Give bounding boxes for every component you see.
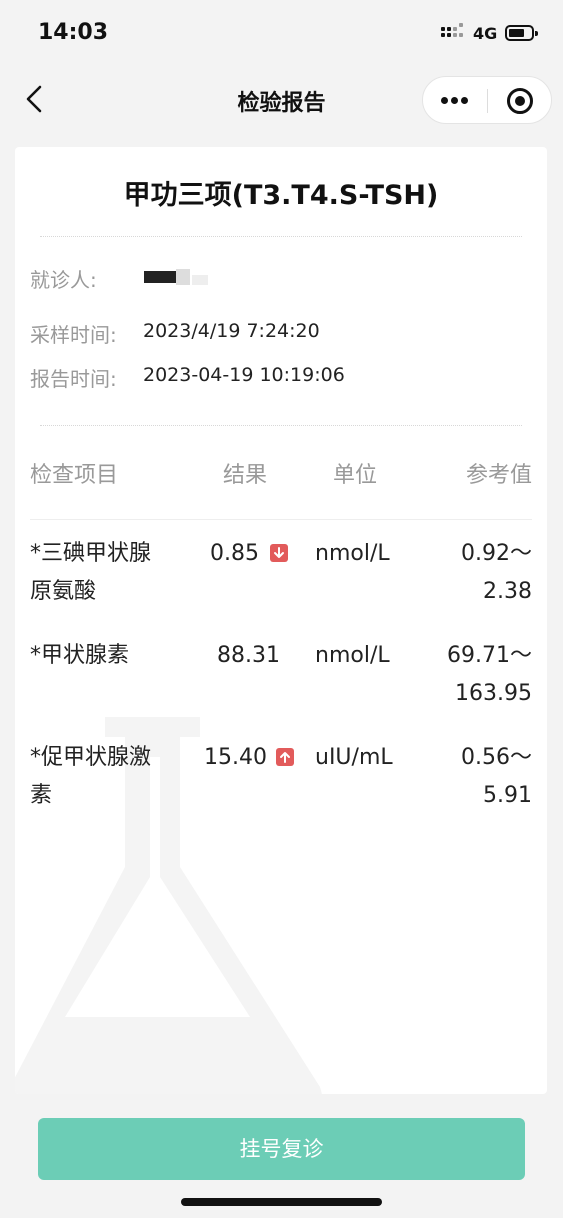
row-result: 88.31	[217, 643, 280, 668]
status-bar: 14:03 4G	[0, 0, 563, 68]
row-name: *三碘甲状腺 原氨酸	[30, 535, 190, 611]
table-divider	[30, 519, 532, 520]
row-ref-line2: 5.91	[483, 783, 532, 808]
arrow-down-icon	[270, 544, 288, 562]
row-ref-line2: 2.38	[483, 579, 532, 604]
row-name-line2: 素	[30, 783, 53, 808]
close-icon[interactable]	[507, 88, 533, 114]
row-ref-line1: 69.71～	[447, 643, 532, 668]
row-name-line1: *甲状腺素	[30, 643, 130, 668]
row-ref-line1: 0.92～	[461, 541, 532, 566]
report-card: 甲功三项(T3.T4.S-TSH) 就诊人: 采样时间: 2023/4/19 7…	[15, 147, 547, 1094]
battery-icon	[505, 25, 538, 41]
row-result: 0.85	[210, 541, 259, 566]
divider	[40, 236, 522, 237]
report-time-label: 报告时间:	[30, 367, 117, 391]
row-unit: uIU/mL	[315, 745, 393, 770]
row-ref-line1: 0.56～	[461, 745, 532, 770]
sample-time-label: 采样时间:	[30, 323, 117, 347]
row-reference: 0.92～ 2.38	[412, 535, 532, 611]
capsule-divider	[487, 89, 488, 113]
patient-label: 就诊人:	[30, 268, 97, 292]
capsule-menu	[422, 76, 552, 124]
row-name-line1: *三碘甲状腺	[30, 541, 152, 566]
row-unit: nmol/L	[315, 541, 390, 566]
home-indicator	[181, 1198, 382, 1206]
report-time-value: 2023-04-19 10:19:06	[143, 364, 345, 386]
header-item: 检查项目	[30, 463, 119, 488]
more-icon[interactable]	[441, 97, 471, 105]
status-time: 14:03	[38, 20, 109, 45]
sample-time-value: 2023/4/19 7:24:20	[143, 320, 320, 342]
row-unit: nmol/L	[315, 643, 390, 668]
row-reference: 69.71～ 163.95	[412, 637, 532, 713]
header-result: 结果	[223, 463, 268, 488]
row-name: *促甲状腺激 素	[30, 739, 190, 815]
report-title: 甲功三项(T3.T4.S-TSH)	[123, 180, 439, 211]
divider	[40, 425, 522, 426]
header-reference: 参考值	[465, 463, 532, 488]
book-followup-button[interactable]: 挂号复诊	[38, 1118, 525, 1180]
row-name-line1: *促甲状腺激	[30, 745, 152, 770]
row-result: 15.40	[204, 745, 267, 770]
nav-bar: 检验报告	[0, 68, 563, 132]
redacted-name	[144, 269, 208, 285]
row-ref-line2: 163.95	[455, 681, 532, 706]
network-label: 4G	[473, 24, 498, 43]
arrow-up-icon	[276, 748, 294, 766]
header-unit: 单位	[333, 463, 378, 488]
row-name: *甲状腺素	[30, 637, 190, 675]
row-name-line2: 原氨酸	[30, 579, 97, 604]
row-reference: 0.56～ 5.91	[412, 739, 532, 815]
